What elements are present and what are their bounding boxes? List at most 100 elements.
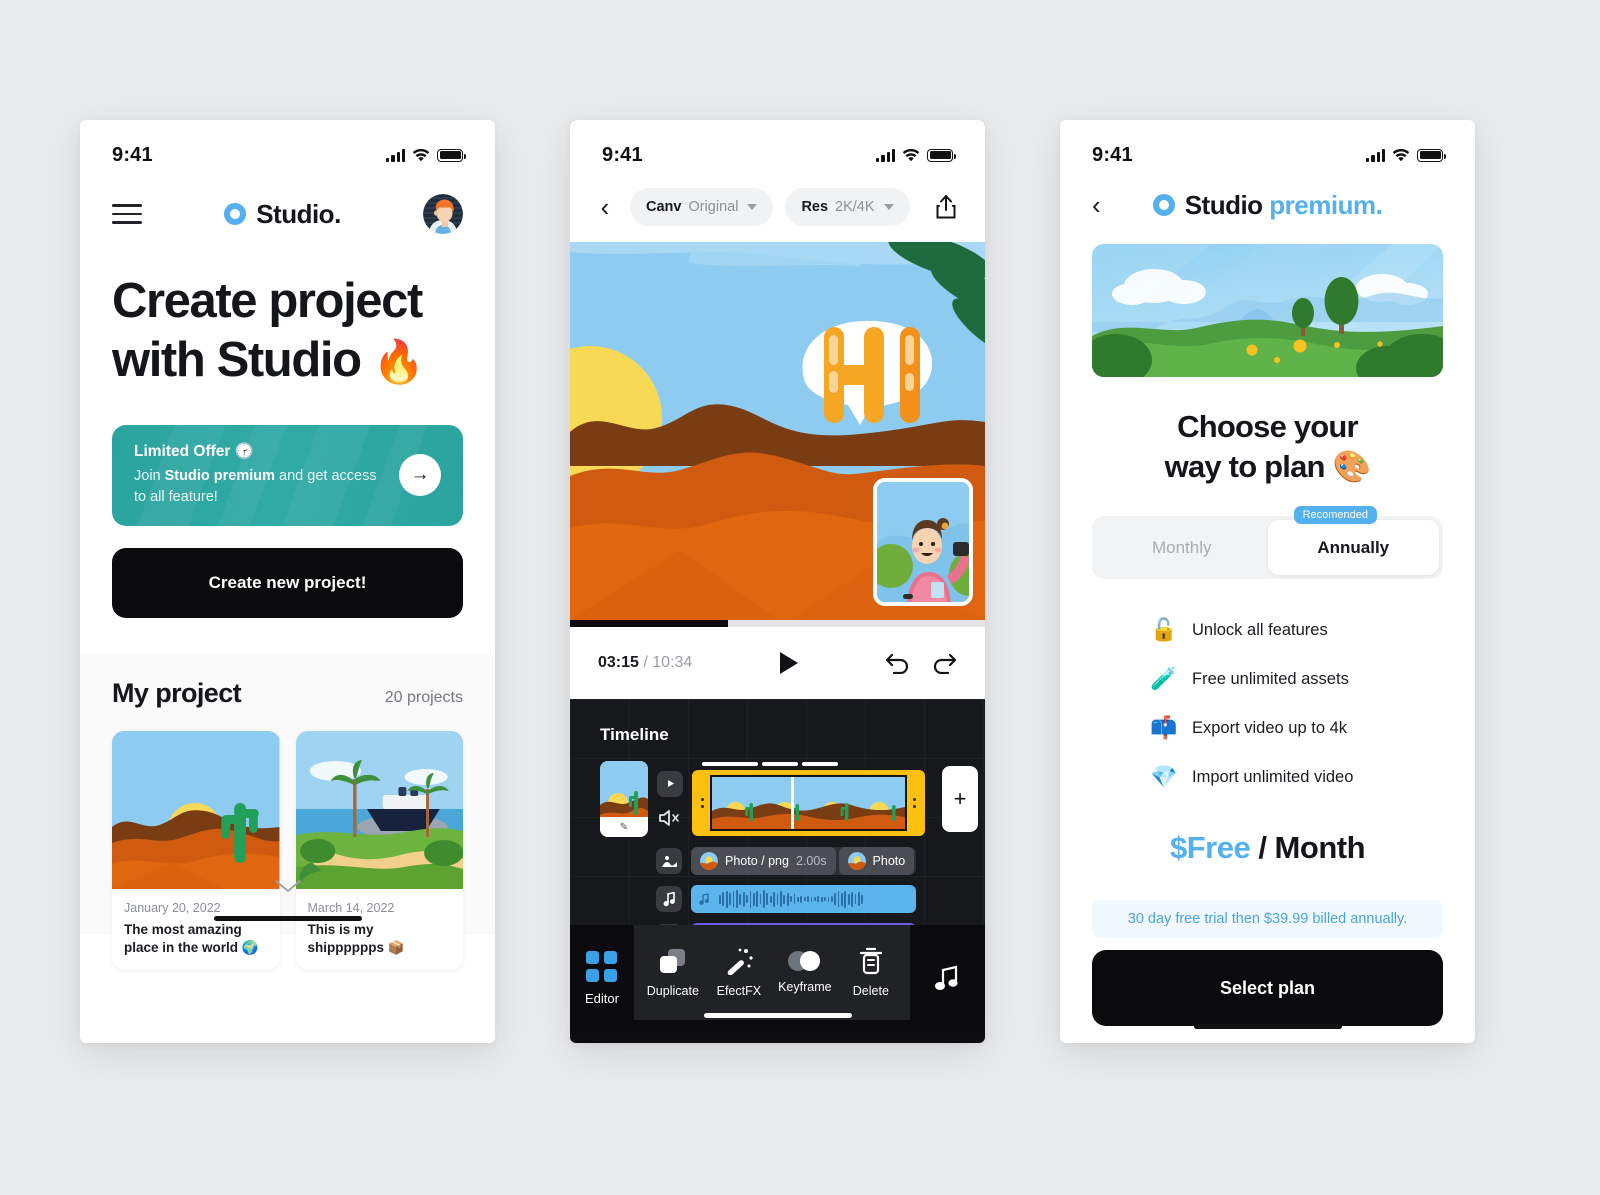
effectfx-label: EfectFX [716, 984, 762, 998]
delete-button[interactable]: Delete [838, 947, 904, 998]
keyframe-button[interactable]: Keyframe [772, 951, 838, 994]
chevron-left-icon[interactable]: ‹ [592, 194, 618, 220]
home-indicator [213, 915, 362, 921]
offer-description: Join Studio premium and get access to al… [134, 468, 377, 506]
video-preview[interactable] [570, 242, 985, 620]
brand-logo: Studio. [224, 199, 341, 230]
audio-track[interactable] [691, 885, 916, 913]
total-time: 10:34 [652, 654, 693, 671]
wifi-icon [1392, 148, 1410, 161]
duplicate-label: Duplicate [646, 984, 699, 998]
features-list: 🔓 Unlock all features 🧪 Free unlimited a… [1060, 617, 1475, 790]
limited-offer-card[interactable]: Limited Offer 🕝 Join Studio premium and … [112, 424, 463, 526]
share-icon[interactable] [929, 190, 963, 224]
status-bar: 9:41 [80, 120, 495, 176]
timeline-tracks: ✎ + Photo / png 2.00s Photo [570, 761, 985, 951]
editor-tab[interactable]: Editor [570, 925, 634, 1032]
recommended-badge: Recomended [1293, 506, 1377, 525]
speaker-mute-icon[interactable] [658, 808, 682, 828]
chevron-down-icon [747, 204, 758, 210]
status-bar: 9:41 [1060, 120, 1475, 176]
delete-label: Delete [852, 984, 889, 998]
status-bar: 9:41 [570, 120, 985, 176]
plan-option-monthly[interactable]: Monthly [1096, 520, 1268, 575]
clip-left-handle[interactable] [701, 798, 704, 808]
home-indicator [1193, 1024, 1342, 1029]
canvas-selector[interactable]: Canv Original [630, 188, 774, 226]
editor-tab-label: Editor [584, 991, 619, 1006]
wifi-icon [412, 148, 430, 161]
status-time: 9:41 [112, 143, 153, 166]
feature-label: Free unlimited assets [1192, 669, 1349, 688]
battery-icon [437, 148, 466, 162]
offer-title: Limited Offer 🕝 [134, 443, 255, 461]
playback-time: 03:15 / 10:34 [598, 654, 693, 671]
feature-label: Export video up to 4k [1192, 718, 1348, 737]
music-note-icon[interactable] [656, 886, 682, 912]
play-icon[interactable] [779, 652, 798, 674]
feature-item: 🧪 Free unlimited assets [1150, 666, 1443, 692]
mailbox-icon: 📫 [1150, 715, 1178, 741]
resolution-selector[interactable]: Res 2K/4K [785, 188, 910, 226]
select-plan-button[interactable]: Select plan [1092, 950, 1443, 1027]
undo-icon[interactable] [885, 652, 911, 674]
projects-title: My project [112, 677, 242, 708]
brand-name: Studio. [256, 198, 341, 229]
status-icons [876, 148, 956, 162]
phone-screen-editor: 9:41 ‹ Canv Original Res 2K/4K 03:15 / 1… [570, 120, 985, 1043]
music-notes-icon[interactable] [910, 925, 985, 1032]
photo-clip[interactable]: Photo [838, 847, 915, 875]
user-avatar[interactable] [422, 194, 463, 234]
plan-option-annually[interactable]: Annually [1267, 520, 1439, 576]
main-video-clip[interactable] [692, 762, 925, 836]
plus-icon[interactable]: + [942, 766, 978, 832]
magic-wand-icon [727, 948, 753, 975]
canvas-value: Original [688, 199, 739, 215]
battery-icon [927, 148, 956, 162]
photo-clip-thumb [847, 852, 866, 870]
project-card[interactable]: January 20, 2022 The most amazing place … [112, 730, 280, 971]
arrow-right-icon: → [410, 464, 430, 486]
premium-brand: Studio premium. [1152, 190, 1383, 221]
timeline-track-row: Photo / png 2.00s Photo [600, 847, 985, 875]
premium-navbar: ‹ Studio premium. [1060, 176, 1475, 232]
video-play-icon[interactable] [657, 770, 683, 797]
undo-redo-group [885, 652, 957, 674]
redo-icon[interactable] [931, 652, 957, 674]
beach-ship-illustration [295, 730, 463, 889]
effectfx-button[interactable]: EfectFX [706, 947, 772, 998]
pencil-edit-icon[interactable]: ✎ [600, 817, 648, 837]
photo-clip-duration: 2.00s [795, 854, 827, 868]
offer-arrow-button[interactable]: → [399, 454, 441, 497]
page-title: Create project with Studio 🔥 [112, 274, 425, 388]
photo-clip[interactable]: Photo / png 2.00s [691, 847, 836, 875]
person-selfie-thumbnail[interactable] [873, 478, 973, 606]
chevron-left-icon[interactable]: ‹ [1092, 192, 1118, 218]
project-card[interactable]: March 14, 2022 This is my shipppppps 📦 [295, 730, 463, 971]
clip-thumbnail[interactable]: ✎ [600, 761, 648, 837]
grid-four-dots-icon [586, 951, 618, 982]
clip-right-handle[interactable] [913, 798, 916, 808]
image-icon[interactable] [656, 848, 682, 874]
status-icons [1366, 148, 1446, 162]
studio-ring-logo-icon [1152, 194, 1175, 216]
wifi-icon [902, 148, 920, 161]
timeline-main-row: ✎ + [600, 761, 985, 837]
res-label: Res [801, 199, 829, 215]
price-period: / Month [1250, 830, 1366, 866]
feature-label: Import unlimited video [1192, 767, 1354, 786]
unlock-icon: 🔓 [1150, 617, 1178, 643]
timeline-playhead[interactable] [791, 777, 794, 829]
project-name: The most amazing place in the world 🌍 [124, 921, 259, 955]
video-progress-scrubber[interactable] [570, 620, 985, 627]
project-card-list: January 20, 2022 The most amazing place … [112, 730, 463, 971]
timeline-title: Timeline [600, 725, 669, 744]
chevron-down-icon[interactable] [274, 879, 301, 897]
projects-count: 20 projects [384, 688, 463, 706]
desert-cactus-illustration [112, 730, 280, 889]
duplicate-button[interactable]: Duplicate [640, 947, 706, 998]
hamburger-menu-icon[interactable] [112, 204, 142, 224]
create-new-project-button[interactable]: Create new project! [112, 547, 463, 618]
photo-track[interactable]: Photo / png 2.00s Photo [691, 847, 916, 875]
test-tube-icon: 🧪 [1150, 666, 1178, 692]
